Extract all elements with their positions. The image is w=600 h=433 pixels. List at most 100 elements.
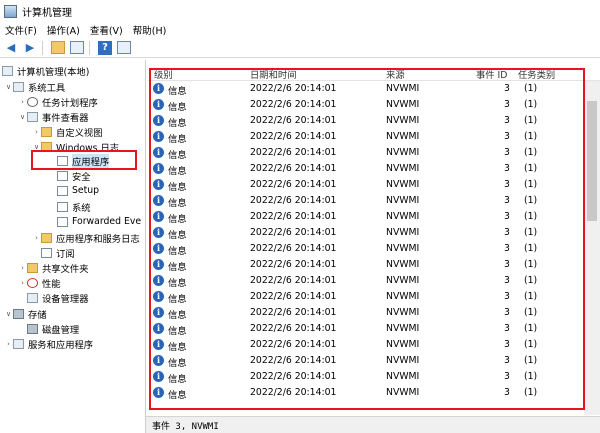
application-highlight-box bbox=[31, 150, 137, 170]
column-datetime[interactable]: 日期和时间 bbox=[250, 67, 297, 81]
chevron-right-icon[interactable]: › bbox=[32, 234, 41, 242]
toolbar-separator bbox=[42, 40, 43, 55]
toolbar-separator bbox=[89, 40, 90, 55]
chevron-right-icon[interactable]: › bbox=[18, 264, 27, 272]
tree-item-services-apps[interactable]: › 服务和应用程序 bbox=[4, 336, 93, 351]
cell-source: NVWMI bbox=[386, 115, 420, 126]
tools-icon bbox=[13, 81, 24, 92]
table-row[interactable]: i 信息 2022/2/6 20:14:01 NVWMI 3 (1) bbox=[148, 177, 600, 193]
column-source[interactable]: 来源 bbox=[386, 67, 405, 81]
tree-item-system-tools[interactable]: ∨ 系统工具 bbox=[4, 79, 65, 94]
tree-item-shared-folders[interactable]: › 共享文件夹 bbox=[18, 260, 89, 275]
cell-source: NVWMI bbox=[386, 243, 420, 254]
table-row[interactable]: i 信息 2022/2/6 20:14:01 NVWMI 3 (1) bbox=[148, 353, 600, 369]
chevron-down-icon[interactable]: ∨ bbox=[4, 310, 13, 318]
cell-task-category: (1) bbox=[524, 211, 538, 222]
cell-datetime: 2022/2/6 20:14:01 bbox=[250, 83, 337, 94]
show-hide-tree-icon[interactable] bbox=[69, 40, 85, 56]
cell-event-id: 3 bbox=[504, 323, 510, 334]
tree-item-subscriptions[interactable]: 订阅 bbox=[32, 245, 75, 260]
clock-icon bbox=[27, 96, 38, 107]
up-folder-icon[interactable] bbox=[50, 40, 66, 56]
scrollbar-thumb[interactable] bbox=[587, 101, 597, 221]
tree-item-forwarded-events[interactable]: Forwarded Eve bbox=[48, 214, 141, 229]
tree-item-storage[interactable]: ∨ 存储 bbox=[4, 306, 47, 321]
tree-item-root[interactable]: 计算机管理(本地) bbox=[2, 63, 89, 78]
action-pane-icon[interactable] bbox=[116, 40, 132, 56]
tree-item-apps-services-logs[interactable]: › 应用程序和服务日志 bbox=[32, 230, 140, 245]
menu-bar: 文件(F) 操作(A) 查看(V) 帮助(H) bbox=[0, 22, 600, 38]
tree-item-task-scheduler[interactable]: › 任务计划程序 bbox=[18, 94, 98, 109]
table-row[interactable]: i 信息 2022/2/6 20:14:01 NVWMI 3 (1) bbox=[148, 257, 600, 273]
menu-action[interactable]: 操作(A) bbox=[42, 23, 85, 37]
cell-source: NVWMI bbox=[386, 99, 420, 110]
back-arrow-icon[interactable]: ◀ bbox=[3, 40, 19, 56]
tree-item-setup[interactable]: Setup bbox=[48, 183, 99, 198]
table-row[interactable]: i 信息 2022/2/6 20:14:01 NVWMI 3 (1) bbox=[148, 369, 600, 385]
shared-folder-icon bbox=[27, 262, 38, 273]
table-row[interactable]: i 信息 2022/2/6 20:14:01 NVWMI 3 (1) bbox=[148, 113, 600, 129]
cell-task-category: (1) bbox=[524, 83, 538, 94]
table-row[interactable]: i 信息 2022/2/6 20:14:01 NVWMI 3 (1) bbox=[148, 241, 600, 257]
list-header: 级别 日期和时间 来源 事件 ID 任务类别 bbox=[148, 60, 600, 81]
cell-task-category: (1) bbox=[524, 339, 538, 350]
help-icon[interactable]: ? bbox=[97, 40, 113, 56]
column-event-id[interactable]: 事件 ID bbox=[476, 67, 507, 81]
table-row[interactable]: i 信息 2022/2/6 20:14:01 NVWMI 3 (1) bbox=[148, 289, 600, 305]
tree-item-disk-management[interactable]: 磁盘管理 bbox=[18, 321, 79, 336]
cell-event-id: 3 bbox=[504, 371, 510, 382]
table-row[interactable]: i 信息 2022/2/6 20:14:01 NVWMI 3 (1) bbox=[148, 225, 600, 241]
vertical-scrollbar[interactable] bbox=[584, 81, 600, 415]
tree-item-event-viewer[interactable]: ∨ 事件查看器 bbox=[18, 109, 89, 124]
cell-source: NVWMI bbox=[386, 307, 420, 318]
cell-task-category: (1) bbox=[524, 355, 538, 366]
menu-help[interactable]: 帮助(H) bbox=[128, 23, 172, 37]
table-row[interactable]: i 信息 2022/2/6 20:14:01 NVWMI 3 (1) bbox=[148, 161, 600, 177]
cell-task-category: (1) bbox=[524, 163, 538, 174]
cell-event-id: 3 bbox=[504, 355, 510, 366]
menu-file[interactable]: 文件(F) bbox=[0, 23, 42, 37]
cell-datetime: 2022/2/6 20:14:01 bbox=[250, 147, 337, 158]
chevron-right-icon[interactable]: › bbox=[4, 340, 13, 348]
column-level[interactable]: 级别 bbox=[154, 67, 173, 81]
navigation-tree: 计算机管理(本地) ∨ 系统工具 › 任务计划程序 ∨ 事件查看器 › 自定义视… bbox=[0, 60, 146, 433]
menu-view[interactable]: 查看(V) bbox=[85, 23, 128, 37]
table-row[interactable]: i 信息 2022/2/6 20:14:01 NVWMI 3 (1) bbox=[148, 273, 600, 289]
tree-item-security[interactable]: 安全 bbox=[48, 168, 91, 183]
chevron-right-icon[interactable]: › bbox=[32, 128, 41, 136]
info-icon: i bbox=[153, 259, 164, 270]
info-icon: i bbox=[153, 211, 164, 222]
table-row[interactable]: i 信息 2022/2/6 20:14:01 NVWMI 3 (1) bbox=[148, 321, 600, 337]
table-row[interactable]: i 信息 2022/2/6 20:14:01 NVWMI 3 (1) bbox=[148, 305, 600, 321]
cell-level: 信息 bbox=[168, 86, 187, 97]
cell-level: 信息 bbox=[168, 166, 187, 177]
cell-source: NVWMI bbox=[386, 371, 420, 382]
tree-item-device-manager[interactable]: 设备管理器 bbox=[18, 290, 89, 305]
column-task-category[interactable]: 任务类别 bbox=[518, 67, 555, 81]
tree-item-system[interactable]: 系统 bbox=[48, 199, 91, 214]
cell-datetime: 2022/2/6 20:14:01 bbox=[250, 163, 337, 174]
table-row[interactable]: i 信息 2022/2/6 20:14:01 NVWMI 3 (1) bbox=[148, 129, 600, 145]
chevron-right-icon[interactable]: › bbox=[18, 279, 27, 287]
chevron-right-icon[interactable]: › bbox=[18, 98, 27, 106]
forward-arrow-icon[interactable]: ▶ bbox=[22, 40, 38, 56]
table-row[interactable]: i 信息 2022/2/6 20:14:01 NVWMI 3 (1) bbox=[148, 209, 600, 225]
table-row[interactable]: i 信息 2022/2/6 20:14:01 NVWMI 3 (1) bbox=[148, 81, 600, 97]
tree-item-custom-views[interactable]: › 自定义视图 bbox=[32, 124, 103, 139]
tree-item-performance[interactable]: › 性能 bbox=[18, 275, 61, 290]
cell-datetime: 2022/2/6 20:14:01 bbox=[250, 179, 337, 190]
info-icon: i bbox=[153, 99, 164, 110]
table-row[interactable]: i 信息 2022/2/6 20:14:01 NVWMI 3 (1) bbox=[148, 193, 600, 209]
chevron-down-icon[interactable]: ∨ bbox=[4, 83, 13, 91]
table-row[interactable]: i 信息 2022/2/6 20:14:01 NVWMI 3 (1) bbox=[148, 337, 600, 353]
table-row[interactable]: i 信息 2022/2/6 20:14:01 NVWMI 3 (1) bbox=[148, 97, 600, 113]
status-bar: 事件 3, NVWMI bbox=[146, 416, 600, 433]
cell-datetime: 2022/2/6 20:14:01 bbox=[250, 195, 337, 206]
cell-level: 信息 bbox=[168, 102, 187, 113]
table-row[interactable]: i 信息 2022/2/6 20:14:01 NVWMI 3 (1) bbox=[148, 145, 600, 161]
info-icon: i bbox=[153, 371, 164, 382]
chevron-down-icon[interactable]: ∨ bbox=[18, 113, 27, 121]
table-row[interactable]: i 信息 2022/2/6 20:14:01 NVWMI 3 (1) bbox=[148, 385, 600, 401]
event-list: 级别 日期和时间 来源 事件 ID 任务类别 i 信息 2022/2/6 20:14… bbox=[148, 60, 600, 415]
cell-source: NVWMI bbox=[386, 147, 420, 158]
